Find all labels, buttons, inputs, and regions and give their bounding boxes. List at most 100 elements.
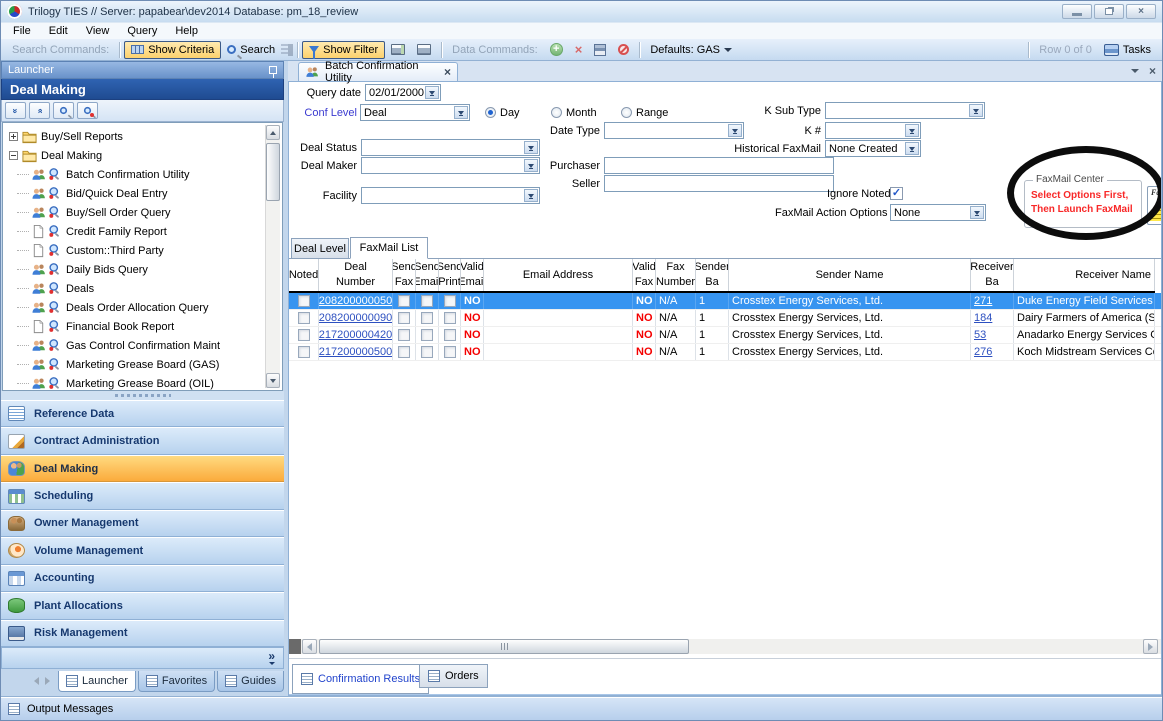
scrollbar-thumb[interactable] bbox=[319, 639, 689, 654]
chevron-down-icon[interactable] bbox=[524, 159, 538, 172]
deal-number-link[interactable]: 02082000000900 bbox=[319, 312, 393, 324]
restore-button[interactable] bbox=[1094, 4, 1124, 19]
sidebar-section[interactable]: Reference Data bbox=[1, 400, 284, 427]
ignore-noted-checkbox[interactable] bbox=[890, 187, 903, 200]
conf-level-combo[interactable]: Deal bbox=[360, 104, 470, 121]
chevron-down-icon[interactable] bbox=[970, 206, 984, 219]
send-fax-checkbox[interactable] bbox=[398, 295, 410, 307]
send-fax-checkbox[interactable] bbox=[398, 329, 410, 341]
view-tab[interactable]: FaxMail List bbox=[350, 237, 428, 259]
column-header[interactable]: Sender Name bbox=[729, 259, 971, 291]
receiver-ba-link[interactable]: 53 bbox=[974, 329, 986, 341]
receiver-ba-link[interactable]: 271 bbox=[974, 295, 992, 307]
menu-item[interactable]: Query bbox=[119, 24, 165, 38]
chevron-down-icon[interactable] bbox=[524, 141, 538, 154]
tree-item[interactable]: Buy/Sell Order Query bbox=[3, 203, 282, 222]
deal-number-link[interactable]: 02082000000500 bbox=[319, 295, 393, 307]
column-header[interactable]: DealNumber bbox=[319, 259, 393, 291]
date-type-combo[interactable] bbox=[604, 122, 744, 139]
historical-faxmail-combo[interactable]: None Created bbox=[825, 140, 921, 157]
tree-item[interactable]: Credit Family Report bbox=[3, 222, 282, 241]
send-print-checkbox[interactable] bbox=[444, 295, 456, 307]
scroll-up-icon[interactable] bbox=[266, 125, 280, 140]
sidebar-section[interactable]: Contract Administration bbox=[1, 427, 284, 454]
pin-icon[interactable] bbox=[269, 66, 277, 74]
tree-item[interactable]: Custom::Third Party bbox=[3, 241, 282, 260]
column-header[interactable]: FaxNumber bbox=[656, 259, 696, 291]
deal-maker-combo[interactable] bbox=[361, 157, 540, 174]
tab-scroll-right-icon[interactable] bbox=[45, 677, 50, 685]
sidebar-tab[interactable]: Guides bbox=[217, 671, 284, 692]
sidebar-tab[interactable]: Favorites bbox=[138, 671, 215, 692]
seller-input[interactable] bbox=[604, 175, 834, 192]
print-preview-button[interactable] bbox=[411, 41, 437, 59]
send-email-checkbox[interactable] bbox=[421, 312, 433, 324]
scroll-right-icon[interactable] bbox=[1143, 639, 1158, 654]
range-radio-label[interactable]: Range bbox=[636, 107, 676, 119]
table-row[interactable]: 02082000000500 NO NO N/A 1 Crosstex Ener… bbox=[289, 293, 1161, 310]
sidebar-section[interactable]: Deal Making bbox=[1, 455, 284, 482]
purchaser-input[interactable] bbox=[604, 157, 834, 174]
tree-expander[interactable] bbox=[9, 132, 18, 141]
chevron-down-icon[interactable] bbox=[969, 104, 983, 117]
month-radio-label[interactable]: Month bbox=[566, 107, 606, 119]
column-header[interactable]: SendPrint bbox=[439, 259, 461, 291]
sidebar-section[interactable]: Owner Management bbox=[1, 510, 284, 537]
column-header[interactable]: Noted bbox=[289, 259, 319, 291]
query-date-combo[interactable]: 02/01/2000 bbox=[365, 84, 441, 101]
print-button[interactable] bbox=[385, 41, 411, 59]
noted-checkbox[interactable] bbox=[298, 346, 310, 358]
noted-checkbox[interactable] bbox=[298, 312, 310, 324]
save-button[interactable] bbox=[588, 41, 612, 59]
sort-icon[interactable] bbox=[281, 44, 293, 56]
column-header[interactable]: SenderBa bbox=[696, 259, 729, 291]
result-tab[interactable]: Orders bbox=[419, 664, 488, 688]
chevron-down-icon[interactable] bbox=[425, 86, 439, 99]
tree-item[interactable]: Marketing Grease Board (GAS) bbox=[3, 355, 282, 374]
result-tab[interactable]: Confirmation Results bbox=[292, 664, 429, 694]
range-radio[interactable] bbox=[621, 107, 632, 118]
send-email-checkbox[interactable] bbox=[421, 346, 433, 358]
tree-item[interactable]: Marketing Grease Board (OIL) bbox=[3, 374, 282, 391]
delete-row-button[interactable] bbox=[569, 41, 589, 59]
table-row[interactable]: 02172000005000 NO NO N/A 1 Crosstex Ener… bbox=[289, 344, 1161, 361]
conf-level-label[interactable]: Conf Level bbox=[295, 107, 357, 119]
table-row[interactable]: 02082000000900 NO NO N/A 1 Crosstex Ener… bbox=[289, 310, 1161, 327]
sidebar-section[interactable]: Risk Management bbox=[1, 620, 284, 647]
column-header[interactable]: Receiver Name bbox=[1014, 259, 1155, 291]
column-header[interactable]: SendFax bbox=[393, 259, 416, 291]
tree-item[interactable]: Bid/Quick Deal Entry bbox=[3, 184, 282, 203]
send-print-checkbox[interactable] bbox=[444, 312, 456, 324]
column-header[interactable]: ValidEmail bbox=[461, 259, 484, 291]
k-sub-type-combo[interactable] bbox=[825, 102, 985, 119]
find-button[interactable] bbox=[53, 102, 74, 119]
sidebar-section[interactable]: Volume Management bbox=[1, 537, 284, 564]
tree-expander[interactable] bbox=[9, 151, 18, 160]
sidebar-section[interactable]: Accounting bbox=[1, 565, 284, 592]
tree-scrollbar[interactable] bbox=[265, 125, 280, 388]
column-header[interactable]: ReceiverBa bbox=[971, 259, 1014, 291]
close-tab-icon[interactable] bbox=[444, 65, 451, 79]
send-email-checkbox[interactable] bbox=[421, 329, 433, 341]
tree-item[interactable]: Gas Control Confirmation Maint bbox=[3, 336, 282, 355]
deal-number-link[interactable]: 02172000005000 bbox=[319, 346, 393, 358]
send-fax-checkbox[interactable] bbox=[398, 312, 410, 324]
tree-item[interactable]: Deals bbox=[3, 279, 282, 298]
chevron-down-icon[interactable] bbox=[905, 142, 919, 155]
close-document-icon[interactable] bbox=[1149, 66, 1156, 76]
chevron-down-icon[interactable] bbox=[524, 189, 538, 202]
sidebar-section[interactable]: Scheduling bbox=[1, 482, 284, 509]
defaults-dropdown[interactable]: Defaults: GAS bbox=[644, 41, 738, 59]
more-options-icon[interactable] bbox=[268, 651, 275, 665]
tree-item[interactable]: Daily Bids Query bbox=[3, 260, 282, 279]
scroll-down-icon[interactable] bbox=[266, 373, 280, 388]
column-header[interactable]: ValidFax bbox=[633, 259, 656, 291]
send-email-checkbox[interactable] bbox=[421, 295, 433, 307]
show-filter-button[interactable]: Show Filter bbox=[302, 41, 385, 59]
view-tab[interactable]: Deal Level bbox=[291, 238, 349, 259]
chevron-down-icon[interactable] bbox=[454, 106, 468, 119]
tree-item[interactable]: Financial Book Report bbox=[3, 317, 282, 336]
deal-status-combo[interactable] bbox=[361, 139, 540, 156]
horizontal-scrollbar[interactable] bbox=[289, 639, 1161, 654]
day-radio[interactable] bbox=[485, 107, 496, 118]
